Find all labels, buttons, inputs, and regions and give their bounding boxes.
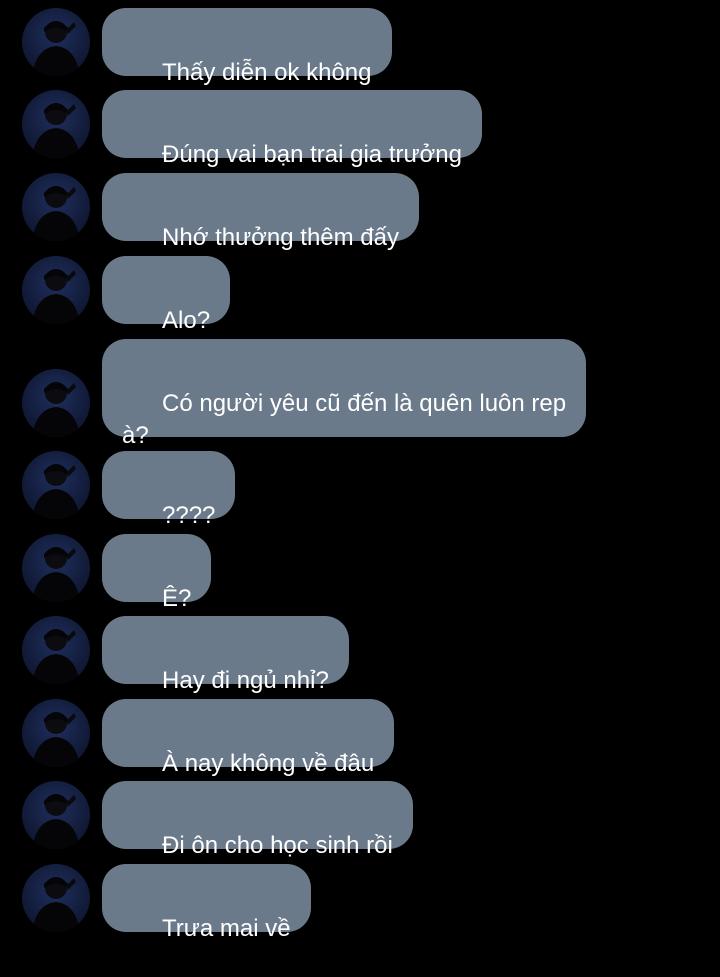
message-row: Alo? <box>0 256 720 334</box>
avatar-person-icon <box>32 21 80 76</box>
avatar-person-icon <box>32 712 80 767</box>
avatar[interactable] <box>22 8 90 76</box>
message-bubble[interactable]: Đi ôn cho học sinh rồi <box>102 781 413 859</box>
message-row: Ê? <box>0 534 720 612</box>
message-bubble[interactable]: À nay không về đâu <box>102 699 395 777</box>
message-text: Đi ôn cho học sinh rồi <box>162 832 393 859</box>
message-row: Nhớ thưởng thêm đấy <box>0 173 720 251</box>
message-bubble[interactable]: Thấy diễn ok không <box>102 8 392 86</box>
message-text: Hay đi ngủ nhỉ? <box>162 667 329 694</box>
message-row: À nay không về đâu <box>0 699 720 777</box>
message-bubble[interactable]: Ê? <box>102 534 212 612</box>
avatar[interactable] <box>22 90 90 158</box>
avatar[interactable] <box>22 173 90 241</box>
message-text: Có người yêu cũ đến là quên luôn rep à? <box>122 390 567 449</box>
message-text: Ê? <box>162 585 192 612</box>
avatar-person-icon <box>32 269 80 324</box>
message-row: Đúng vai bạn trai gia trưởng <box>0 90 720 168</box>
avatar[interactable] <box>22 256 90 324</box>
message-row: ???? <box>0 451 720 529</box>
message-row: Hay đi ngủ nhỉ? <box>0 616 720 694</box>
message-bubble[interactable]: Nhớ thưởng thêm đấy <box>102 173 420 251</box>
avatar[interactable] <box>22 534 90 602</box>
avatar[interactable] <box>22 451 90 519</box>
avatar-person-icon <box>32 629 80 684</box>
avatar[interactable] <box>22 864 90 932</box>
message-row: Có người yêu cũ đến là quên luôn rep à? <box>0 339 720 449</box>
avatar[interactable] <box>22 369 90 437</box>
message-text: Nhớ thưởng thêm đấy <box>162 224 400 251</box>
avatar[interactable] <box>22 781 90 849</box>
message-text: À nay không về đâu <box>162 750 375 777</box>
message-bubble[interactable]: Có người yêu cũ đến là quên luôn rep à? <box>102 339 587 449</box>
message-text: Đúng vai bạn trai gia trưởng <box>162 141 462 168</box>
avatar-person-icon <box>32 464 80 519</box>
avatar-person-icon <box>32 547 80 602</box>
message-row: Thấy diễn ok không <box>0 8 720 86</box>
avatar[interactable] <box>22 616 90 684</box>
chat-thread: Thấy diễn ok không Đúng vai bạn trai gia… <box>0 0 720 942</box>
message-text: Alo? <box>162 307 211 334</box>
message-bubble[interactable]: ???? <box>102 451 236 529</box>
avatar-person-icon <box>32 186 80 241</box>
avatar-person-icon <box>32 794 80 849</box>
message-text: ???? <box>162 502 216 529</box>
message-text: Thấy diễn ok không <box>162 59 372 86</box>
message-row: Trưa mai về <box>0 864 720 942</box>
message-bubble[interactable]: Hay đi ngủ nhỉ? <box>102 616 349 694</box>
message-bubble[interactable]: Trưa mai về <box>102 864 311 942</box>
avatar[interactable] <box>22 699 90 767</box>
message-bubble[interactable]: Đúng vai bạn trai gia trưởng <box>102 90 482 168</box>
message-bubble[interactable]: Alo? <box>102 256 231 334</box>
message-text: Trưa mai về <box>162 915 291 942</box>
message-row: Đi ôn cho học sinh rồi <box>0 781 720 859</box>
avatar-person-icon <box>32 382 80 437</box>
avatar-person-icon <box>32 877 80 932</box>
avatar-person-icon <box>32 103 80 158</box>
